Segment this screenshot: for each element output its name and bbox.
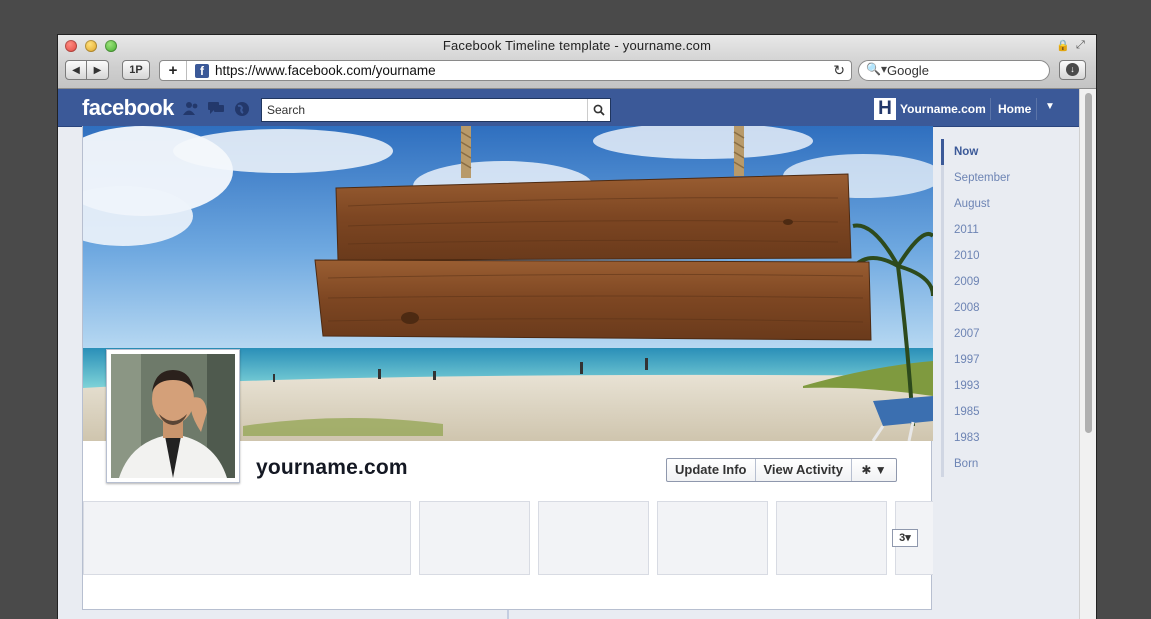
fullscreen-icon[interactable]: ⤢ xyxy=(1076,39,1085,52)
scrubber-item[interactable]: September xyxy=(941,165,1061,191)
user-avatar[interactable]: H xyxy=(874,98,896,120)
search-icon: 🔍▾ xyxy=(866,62,887,76)
facebook-search-placeholder: Search xyxy=(267,103,306,117)
header-divider xyxy=(1036,98,1037,120)
wooden-sign-image xyxy=(314,173,872,341)
scrubber-item[interactable]: 1983 xyxy=(941,425,1061,451)
view-activity-button[interactable]: View Activity xyxy=(756,459,852,481)
forward-button[interactable]: ▶ xyxy=(87,60,109,80)
photos-tile[interactable] xyxy=(538,501,649,575)
profile-actions: Update Info View Activity ✱ ▼ xyxy=(666,458,897,482)
header-divider xyxy=(990,98,991,120)
search-icon[interactable] xyxy=(587,99,610,121)
timeline-date-scrubber: Now September August 2011 2010 2009 2008 2007 19… xyxy=(941,139,1061,477)
facebook-favicon-icon: f xyxy=(195,64,209,78)
scrollbar-thumb[interactable] xyxy=(1085,93,1092,433)
page-scrollbar[interactable] xyxy=(1079,89,1096,619)
download-icon: ↓ xyxy=(1066,63,1079,76)
onepassword-button[interactable]: 1P xyxy=(122,60,150,80)
facebook-search-input[interactable]: Search xyxy=(261,98,611,122)
notifications-globe-icon[interactable] xyxy=(234,101,250,116)
facebook-header: facebook Search H Yourname.com Home ▼ xyxy=(58,89,1079,127)
scrubber-item[interactable]: Born xyxy=(941,451,1061,477)
user-name-link[interactable]: Yourname.com xyxy=(900,102,986,116)
lock-icon: 🔒 xyxy=(1056,40,1070,52)
back-button[interactable]: ◀ xyxy=(65,60,87,80)
timeline-container: yourname.com Update Info View Activity ✱… xyxy=(82,126,933,610)
scrubber-item[interactable]: 2008 xyxy=(941,295,1061,321)
about-tile[interactable] xyxy=(83,501,411,575)
browser-window: Facebook Timeline template - yourname.co… xyxy=(57,34,1097,619)
scrubber-item[interactable]: Now xyxy=(941,139,1061,165)
profile-name: yourname.com xyxy=(256,456,408,479)
scrubber-item[interactable]: 1997 xyxy=(941,347,1061,373)
info-tiles-row xyxy=(83,501,933,577)
home-link[interactable]: Home xyxy=(998,102,1031,116)
scrubber-item[interactable]: 2010 xyxy=(941,243,1061,269)
add-bookmark-button[interactable]: + xyxy=(160,61,187,80)
reload-icon[interactable]: ↻ xyxy=(833,62,845,79)
scrubber-item[interactable]: 1993 xyxy=(941,373,1061,399)
scrubber-item[interactable]: 2009 xyxy=(941,269,1061,295)
settings-gear-icon[interactable]: ✱ ▼ xyxy=(852,459,896,481)
messages-icon[interactable] xyxy=(208,101,224,115)
friends-tile[interactable] xyxy=(419,501,530,575)
update-info-button[interactable]: Update Info xyxy=(667,459,756,481)
window-title: Facebook Timeline template - yourname.co… xyxy=(442,38,712,53)
profile-picture[interactable] xyxy=(106,349,240,483)
scrubber-item[interactable]: 1985 xyxy=(941,399,1061,425)
friend-requests-icon[interactable] xyxy=(183,101,199,115)
scrubber-item[interactable]: 2011 xyxy=(941,217,1061,243)
scrubber-item[interactable]: 2007 xyxy=(941,321,1061,347)
likes-tile[interactable] xyxy=(776,501,887,575)
address-bar[interactable]: + f https://www.facebook.com/yourname ↻ xyxy=(159,60,852,81)
more-tiles-dropdown[interactable]: 3▾ xyxy=(892,529,918,547)
browser-search-placeholder: Google xyxy=(887,63,929,78)
account-menu-chevron-down-icon[interactable]: ▼ xyxy=(1045,101,1055,112)
browser-toolbar: Facebook Timeline template - yourname.co… xyxy=(58,35,1096,89)
scrubber-item[interactable]: August xyxy=(941,191,1061,217)
browser-search-field[interactable]: 🔍▾ Google xyxy=(858,60,1050,81)
downloads-button[interactable]: ↓ xyxy=(1059,60,1086,80)
facebook-logo[interactable]: facebook xyxy=(82,95,174,121)
map-tile[interactable] xyxy=(657,501,768,575)
url-text[interactable]: https://www.facebook.com/yourname xyxy=(215,63,436,78)
profile-photo-image xyxy=(111,354,235,478)
more-tiles-count: 3 xyxy=(899,532,906,544)
